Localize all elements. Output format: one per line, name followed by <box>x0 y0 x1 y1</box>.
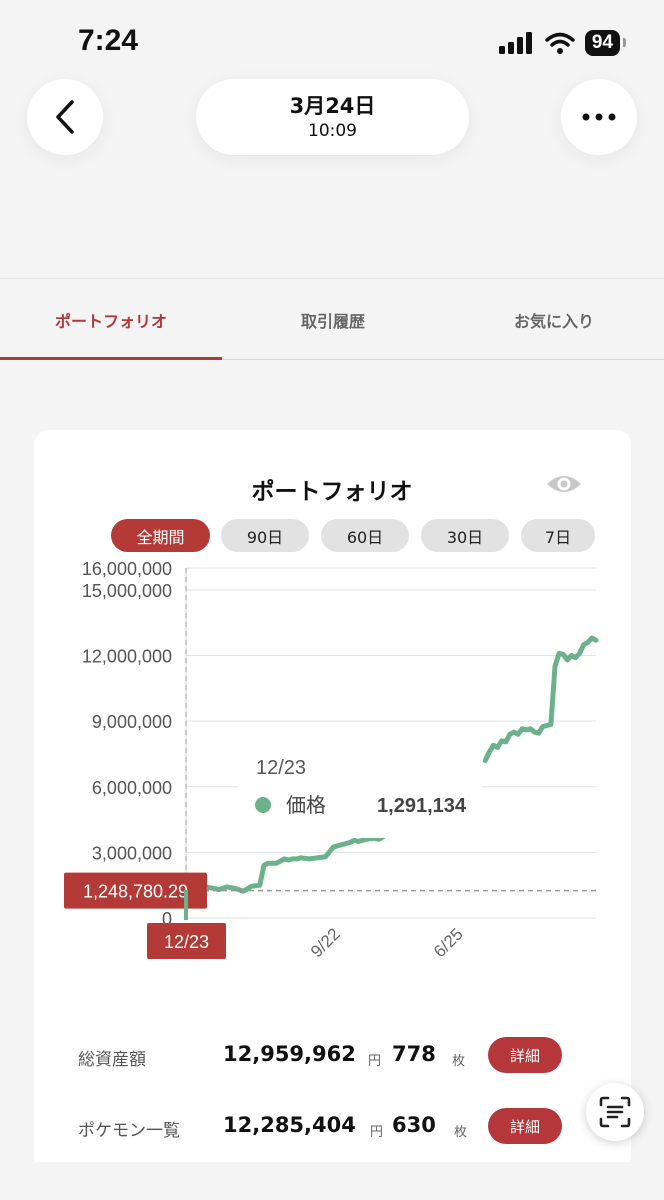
portfolio-chart[interactable]: 03,000,0006,000,0009,000,00012,000,00015… <box>0 550 664 980</box>
y-tick-label: 12,000,000 <box>82 647 172 667</box>
text-scan-icon <box>599 1096 631 1128</box>
stat-label: 総資産額 <box>78 1050 146 1070</box>
detail-button[interactable]: 詳細 <box>488 1108 562 1144</box>
stat-value: 12,285,404 <box>223 1113 356 1137</box>
stat-row-pokemon: ポケモン一覧 12,285,404 円 630 枚 詳細 <box>78 1108 598 1148</box>
status-bar: 7:24 94 <box>0 0 664 80</box>
active-tab-underline <box>0 357 222 360</box>
stat-unit: 円 <box>368 1054 382 1069</box>
header-time: 10:09 <box>308 121 357 141</box>
tab-trade-history[interactable]: 取引履歴 <box>222 279 444 361</box>
tab-favorites[interactable]: お気に入り <box>444 279 664 361</box>
stat-row-total: 総資産額 12,959,962 円 778 枚 詳細 <box>78 1037 598 1077</box>
stat-count: 778 <box>392 1042 436 1066</box>
tooltip-value: 1,291,134 <box>377 795 467 817</box>
eye-icon[interactable] <box>545 470 583 498</box>
stat-label: ポケモン一覧 <box>78 1121 180 1141</box>
battery-indicator: 94 <box>584 30 627 56</box>
status-icons: 94 <box>498 30 627 56</box>
series-line <box>482 635 599 763</box>
tooltip-bg <box>238 740 482 838</box>
stat-count: 630 <box>392 1113 436 1137</box>
stat-unit: 円 <box>370 1125 384 1140</box>
x-tick-label: 9/22 <box>307 924 344 961</box>
chevron-left-icon <box>56 100 74 134</box>
stat-count-unit: 枚 <box>452 1054 466 1069</box>
y-tick-label: 3,000,000 <box>92 843 172 863</box>
tooltip-series-label: 価格 <box>286 793 326 817</box>
range-90d[interactable]: 90日 <box>221 519 309 552</box>
more-button[interactable] <box>561 79 637 155</box>
tab-portfolio[interactable]: ポートフォリオ <box>0 279 222 361</box>
range-30d[interactable]: 30日 <box>421 519 509 552</box>
header-date: 3月24日 <box>289 94 376 118</box>
bottom-edge <box>0 1162 664 1200</box>
status-time: 7:24 <box>78 24 139 57</box>
stat-value: 12,959,962 <box>223 1042 356 1066</box>
date-header: 3月24日 10:09 <box>196 79 469 155</box>
wifi-icon <box>545 32 575 54</box>
crosshair-x-label: 12/23 <box>164 932 209 952</box>
signal-icon <box>498 32 532 54</box>
detail-button[interactable]: 詳細 <box>488 1037 562 1073</box>
tooltip-series-dot <box>255 797 271 813</box>
more-dots-icon <box>582 113 616 121</box>
series-line <box>183 834 386 894</box>
tooltip-date: 12/23 <box>256 757 306 779</box>
crosshair-y-label: 1,248,780.29 <box>83 882 188 902</box>
y-tick-label: 9,000,000 <box>92 712 172 732</box>
y-tick-label: 6,000,000 <box>92 778 172 798</box>
range-all[interactable]: 全期間 <box>111 519 210 552</box>
range-7d[interactable]: 7日 <box>521 519 595 552</box>
range-60d[interactable]: 60日 <box>321 519 409 552</box>
chart-tooltip: 12/23 価格 1,291,134 <box>238 740 482 838</box>
y-tick-label: 15,000,000 <box>82 581 172 601</box>
stat-count-unit: 枚 <box>454 1125 468 1140</box>
back-button[interactable] <box>27 79 103 155</box>
tab-bar: ポートフォリオ 取引履歴 お気に入り <box>0 278 664 360</box>
x-tick-label: 6/25 <box>430 924 467 961</box>
crosshair-x-badge: 12/23 <box>147 923 226 959</box>
text-scan-button[interactable] <box>586 1083 644 1141</box>
y-tick-label: 16,000,000 <box>82 559 172 579</box>
